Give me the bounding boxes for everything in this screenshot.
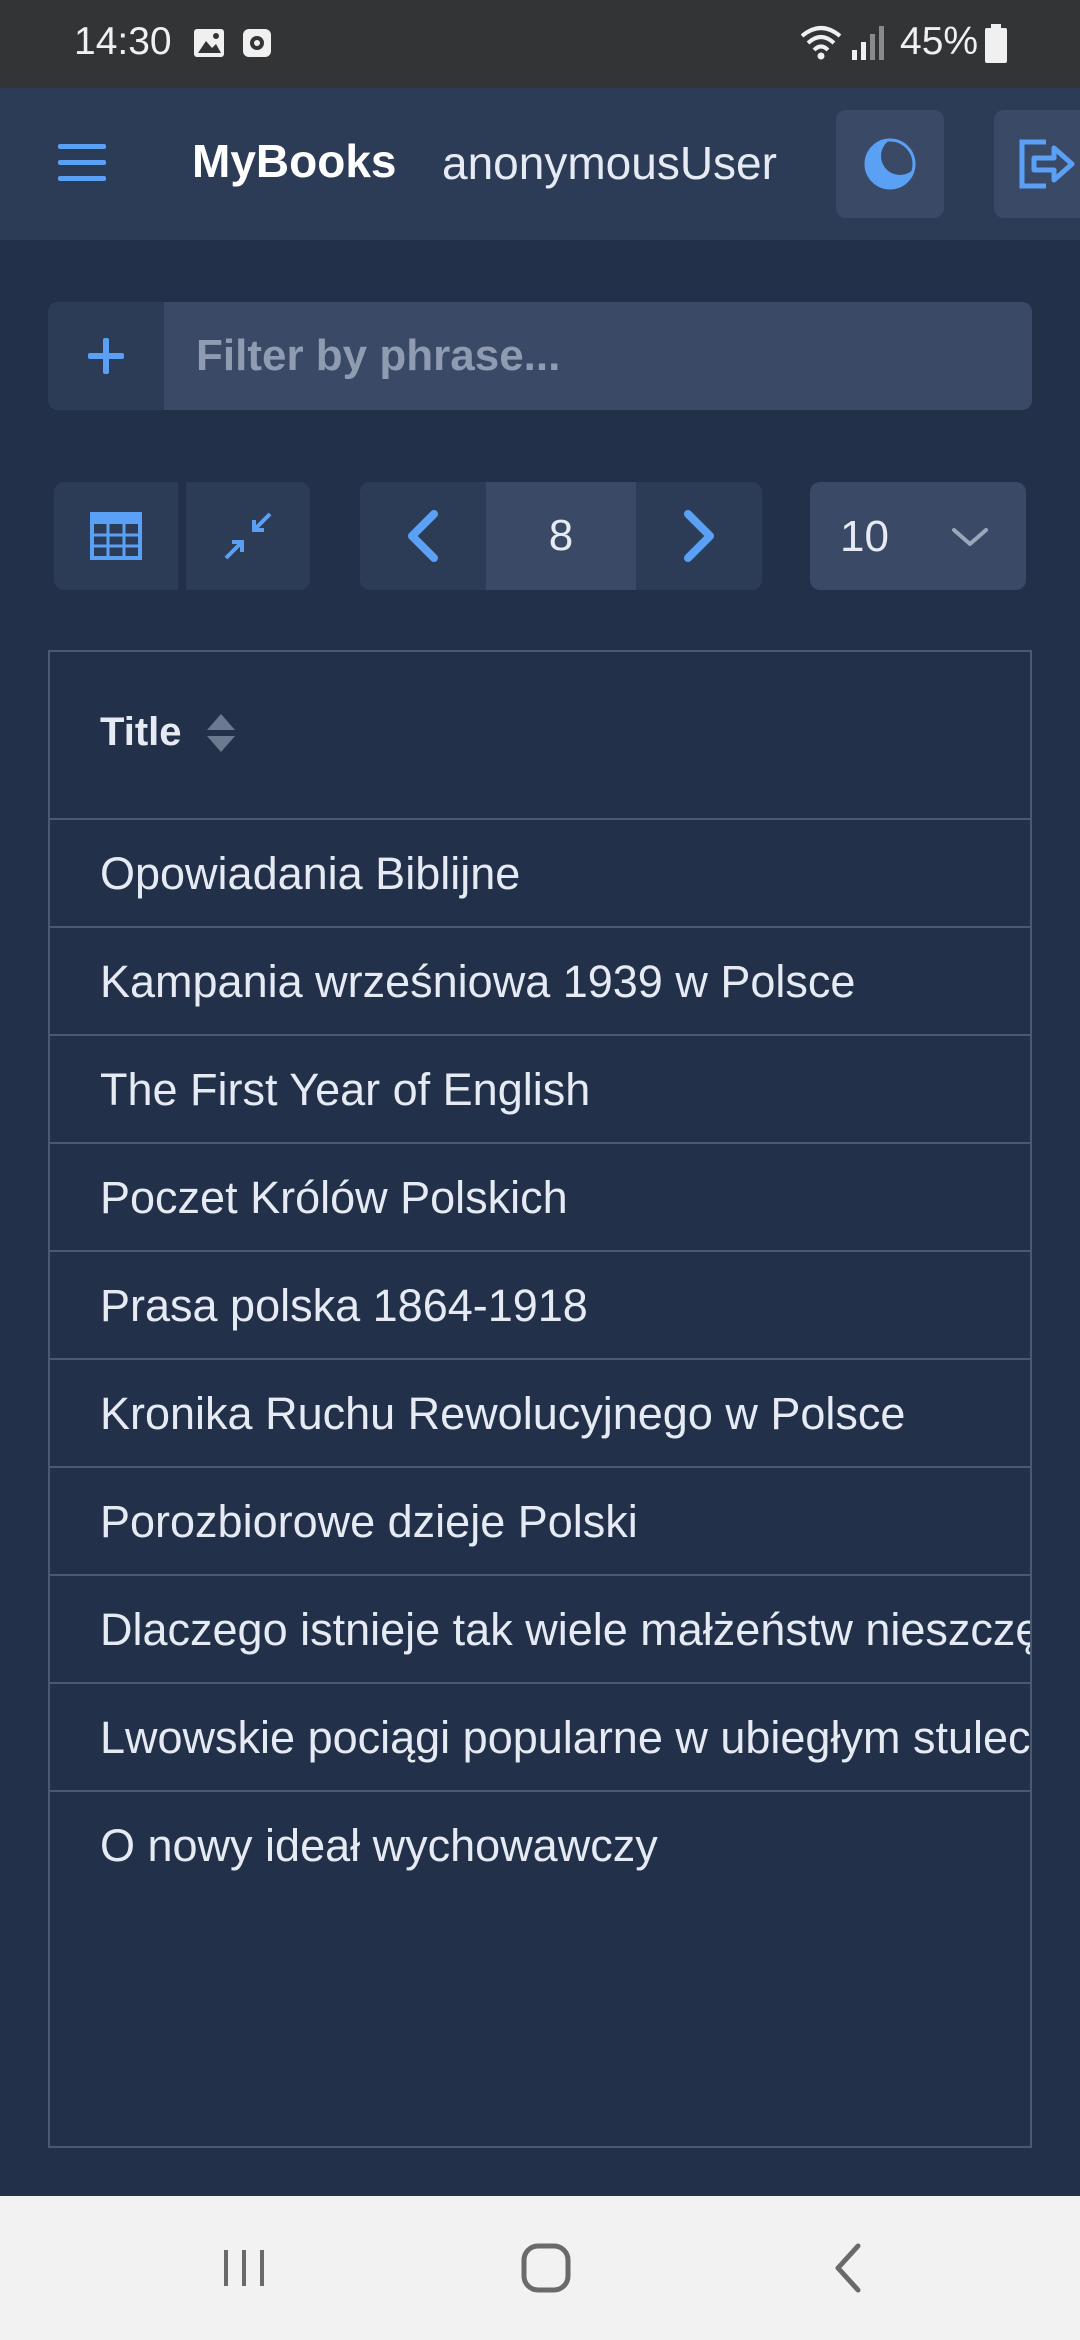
book-title: Lwowskie pociągi popularne w ubiegłym st… [100,1712,1032,1763]
hamburger-menu-icon [58,144,106,181]
status-time: 14:30 [74,20,172,63]
table-row[interactable]: The First Year of English [50,1036,1030,1144]
table-row[interactable]: Porozbiorowe dzieje Polski [50,1468,1030,1576]
image-icon [192,26,226,65]
table-row[interactable]: O nowy ideał wychowawczy [50,1792,1030,1900]
table-row[interactable]: Poczet Królów Polskich [50,1144,1030,1252]
table-row[interactable]: Kronika Ruchu Rewolucyjnego w Polsce [50,1360,1030,1468]
book-title: Kampania wrześniowa 1939 w Polsce [100,956,856,1007]
battery-icon [984,24,1008,69]
filter-input[interactable] [164,302,1032,410]
current-page[interactable]: 8 [486,482,636,590]
book-title: Opowiadania Biblijne [100,848,521,899]
book-title: The First Year of English [100,1064,591,1115]
current-user: anonymousUser [442,137,777,189]
column-title[interactable]: Title [100,710,182,755]
book-title: Prasa polska 1864-1918 [100,1280,588,1331]
app-header: MyBooks anonymousUser [0,88,1080,240]
book-title: O nowy ideał wychowawczy [100,1820,658,1871]
home-icon[interactable] [516,2238,576,2298]
book-title: Poczet Królów Polskich [100,1172,568,1223]
compress-icon [224,512,272,560]
recent-apps-icon[interactable] [214,2238,274,2298]
chevron-left-icon [408,510,438,562]
chevron-right-icon [684,510,714,562]
book-title: Porozbiorowe dzieje Polski [100,1496,638,1547]
book-title: Kronika Ruchu Rewolucyjnego w Polsce [100,1388,906,1439]
table-row[interactable]: Lwowskie pociągi popularne w ubiegłym st… [50,1684,1032,1792]
page-size-value: 10 [840,512,889,561]
plus-icon [88,338,124,374]
chevron-down-icon [952,528,988,546]
prev-page-button[interactable] [360,482,486,590]
table-view-button[interactable] [54,482,178,590]
menu-button[interactable] [52,138,112,188]
logout-button[interactable] [994,110,1080,218]
table-row[interactable]: Prasa polska 1864-1918 [50,1252,1030,1360]
app-brand[interactable]: MyBooks [192,134,396,188]
next-page-button[interactable] [636,482,762,590]
books-table: Title Opowiadania Biblijne Kampania wrze… [48,650,1032,2148]
screen-record-icon [240,26,274,65]
compress-button[interactable] [186,482,310,590]
battery-percent: 45% [900,20,979,63]
app-screen: 14:30 45% MyBooks anonymousUser Filter b… [0,0,1080,2340]
theme-toggle-button[interactable] [836,110,944,218]
signal-icon [850,24,886,67]
table-row[interactable]: Opowiadania Biblijne [50,820,1030,928]
back-icon[interactable] [818,2238,878,2298]
wifi-icon [798,22,844,67]
add-book-button[interactable] [48,302,164,410]
table-header[interactable]: Title [50,652,1030,820]
book-title: Dlaczego istnieje tak wiele małżeństw ni… [100,1604,1030,1655]
status-bar: 14:30 45% [0,0,1080,88]
sort-icon[interactable] [204,710,238,758]
table-icon [90,512,142,560]
table-row[interactable]: Dlaczego istnieje tak wiele małżeństw ni… [50,1576,1030,1684]
page-size-select[interactable]: 10 [810,482,1026,590]
logout-icon [1019,139,1075,189]
table-row[interactable]: Kampania wrześniowa 1939 w Polsce [50,928,1030,1036]
theme-moon-icon [864,137,919,190]
system-nav-bar [0,2196,1080,2340]
